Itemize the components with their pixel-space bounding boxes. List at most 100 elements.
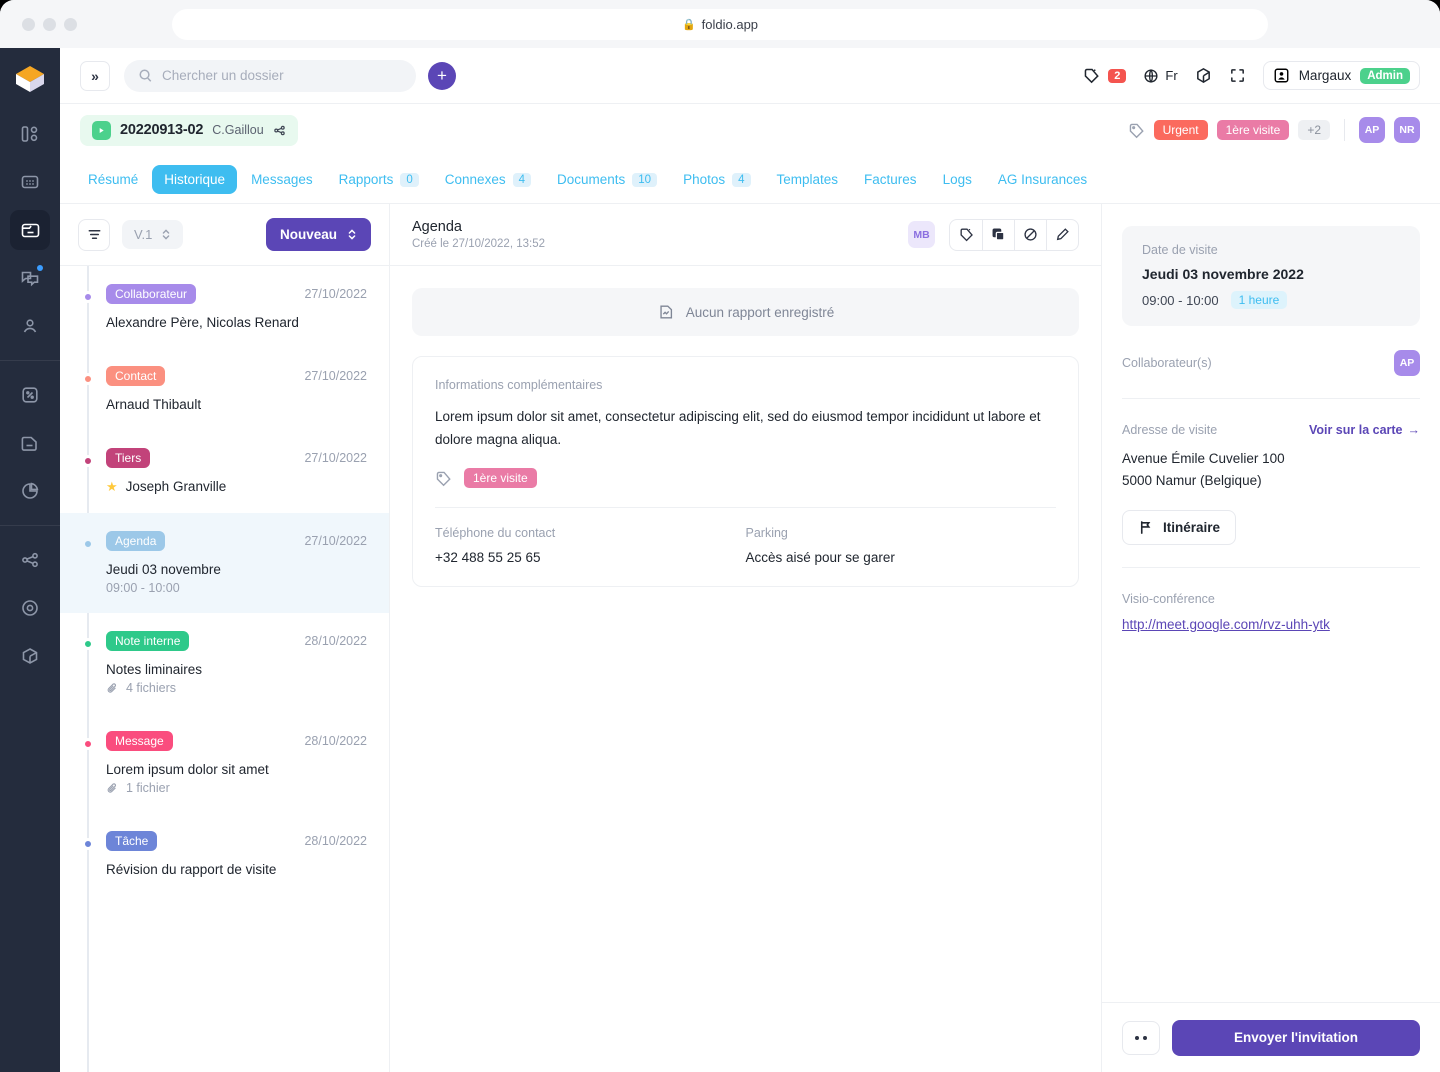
timeline-toolbar: V.1 Nouveau	[60, 204, 389, 266]
chevron-updown-icon	[161, 228, 171, 241]
sidebar-item-share[interactable]	[10, 540, 50, 580]
visio-row: Visio-conférence	[1122, 592, 1420, 606]
tab-documents[interactable]: Documents 10	[545, 165, 669, 194]
itinerary-button[interactable]: Itinéraire	[1122, 510, 1237, 546]
add-button[interactable]: +	[428, 61, 456, 90]
address-bar[interactable]: 🔒 foldio.app	[172, 9, 1268, 40]
version-selector[interactable]: V.1	[122, 220, 184, 249]
timeline-item-header: Tâche 28/10/2022	[106, 831, 367, 851]
folder-reference-chip[interactable]: 20220913-02 C.Gaillou	[80, 114, 298, 146]
tab-resume[interactable]: Résumé	[76, 165, 150, 194]
language-switcher[interactable]: Fr	[1143, 68, 1178, 84]
sidebar-item-contacts[interactable]	[10, 306, 50, 346]
entry-detail-panel: Agenda Créé le 27/10/2022, 13:52 MB Aucu…	[390, 204, 1102, 1072]
main-column: » + 2	[60, 48, 1440, 1072]
help-package-icon[interactable]	[1195, 67, 1212, 84]
sidebar-item-messages[interactable]	[10, 258, 50, 298]
tab-label: Logs	[942, 172, 972, 187]
maximize-window-dot[interactable]	[64, 17, 77, 31]
user-name: Margaux	[1298, 68, 1352, 83]
timeline-item[interactable]: Collaborateur 27/10/2022 Alexandre Père,…	[60, 266, 389, 348]
notifications-tag-icon[interactable]	[1083, 67, 1100, 84]
minimize-window-dot[interactable]	[43, 17, 56, 31]
timeline-item-title: Arnaud Thibault	[106, 397, 202, 412]
tab-label: AG Insurances	[997, 172, 1088, 187]
visio-link[interactable]: http://meet.google.com/rvz-uhh-ytk	[1122, 617, 1330, 632]
dashboard-icon	[20, 124, 40, 144]
sidebar-item-target[interactable]	[10, 588, 50, 628]
tag-icon[interactable]	[950, 220, 982, 250]
view-on-map-link[interactable]: Voir sur la carte →	[1309, 423, 1420, 437]
timeline-item[interactable]: Tiers 27/10/2022 ★ Joseph Granville	[60, 430, 389, 513]
more-options-button[interactable]	[1122, 1020, 1160, 1055]
folder-tag[interactable]: Urgent	[1153, 120, 1208, 140]
timeline-item-header: Contact 27/10/2022	[106, 366, 367, 386]
timeline-item[interactable]: Message 28/10/2022 Lorem ipsum dolor sit…	[60, 713, 389, 813]
sidebar-item-documents[interactable]	[10, 423, 50, 463]
sidebar-item-stats[interactable]	[10, 471, 50, 511]
tab-templates[interactable]: Templates	[765, 165, 851, 194]
avatar[interactable]: NR	[1394, 117, 1420, 143]
avatar[interactable]: AP	[1359, 117, 1385, 143]
dot	[1135, 1035, 1139, 1040]
fullscreen-icon[interactable]	[1229, 67, 1246, 84]
sidebar-item-folders[interactable]	[10, 210, 50, 250]
search-icon	[138, 68, 153, 83]
tab-rapports[interactable]: Rapports 0	[327, 165, 431, 194]
tab-ag-insurances[interactable]: AG Insurances	[986, 165, 1099, 194]
collapse-sidebar-button[interactable]: »	[80, 60, 110, 91]
timeline-list[interactable]: Collaborateur 27/10/2022 Alexandre Père,…	[60, 266, 389, 1072]
tab-messages[interactable]: Messages	[239, 165, 325, 194]
search-input[interactable]	[162, 68, 402, 83]
timeline-item-attachments: 1 fichier	[106, 781, 367, 795]
timeline-item-header: Tiers 27/10/2022	[106, 448, 367, 468]
left-nav-rail	[0, 48, 60, 1072]
timeline-item[interactable]: Note interne 28/10/2022 Notes liminaires	[60, 613, 389, 713]
user-menu[interactable]: Margaux Admin	[1262, 61, 1420, 90]
pencil-icon[interactable]	[1046, 219, 1078, 250]
entry-header: Agenda Créé le 27/10/2022, 13:52 MB	[390, 204, 1101, 266]
filter-button[interactable]	[78, 218, 110, 251]
search-box[interactable]	[124, 59, 416, 92]
chat-bubbles-icon	[20, 268, 40, 288]
avatar[interactable]: AP	[1394, 350, 1420, 376]
rail-divider	[0, 360, 60, 361]
timeline-item-date: 28/10/2022	[304, 734, 367, 748]
timeline-item[interactable]: Contact 27/10/2022 Arnaud Thibault	[60, 348, 389, 430]
share-icon[interactable]	[273, 124, 286, 137]
additional-info-card: Informations complémentaires Lorem ipsum…	[412, 356, 1079, 588]
entry-created: Créé le 27/10/2022, 13:52	[412, 238, 545, 250]
timeline-node	[82, 638, 94, 650]
folder-tags-more[interactable]: +2	[1298, 120, 1330, 140]
new-entry-button[interactable]: Nouveau	[265, 218, 371, 251]
tab-historique[interactable]: Historique	[152, 165, 238, 194]
attachment-count: 4 fichiers	[126, 681, 177, 695]
timeline-item[interactable]: Tâche 28/10/2022 Révision du rapport de …	[60, 813, 389, 895]
copy-icon[interactable]	[982, 219, 1014, 250]
foldio-logo[interactable]	[0, 48, 60, 110]
timeline-item-selected[interactable]: Agenda 27/10/2022 Jeudi 03 novembre 09:0…	[60, 513, 389, 613]
tab-bar: Résumé Historique Messages Rapports 0 Con…	[60, 156, 1440, 204]
folder-bar: 20220913-02 C.Gaillou Urgent 1ère visite…	[60, 104, 1440, 156]
tab-photos[interactable]: Photos 4	[671, 165, 762, 194]
tab-factures[interactable]: Factures	[852, 165, 929, 194]
sidebar-item-dashboard[interactable]	[10, 114, 50, 154]
ban-icon[interactable]	[1014, 219, 1046, 250]
divider	[435, 507, 1056, 509]
sidebar-item-package[interactable]	[10, 636, 50, 676]
sidebar-item-percent[interactable]	[10, 375, 50, 415]
card-tag[interactable]: 1ère visite	[464, 468, 537, 489]
no-report-banner: Aucun rapport enregistré	[412, 288, 1079, 336]
tab-connexes[interactable]: Connexes 4	[433, 165, 543, 194]
percent-box-icon	[20, 385, 40, 405]
browser-window: 🔒 foldio.app » Chercher un dossier + 2 F…	[0, 0, 1440, 1072]
send-invitation-button[interactable]: Envoyer l'invitation	[1172, 1019, 1420, 1056]
tag-icon[interactable]	[1128, 122, 1145, 139]
entry-header-text: Agenda Créé le 27/10/2022, 13:52	[412, 219, 545, 250]
window-traffic-lights[interactable]	[22, 17, 77, 31]
avatar[interactable]: MB	[908, 221, 935, 248]
folder-tag[interactable]: 1ère visite	[1216, 120, 1290, 140]
close-window-dot[interactable]	[22, 17, 35, 31]
tab-logs[interactable]: Logs	[931, 165, 984, 194]
sidebar-item-grid[interactable]	[10, 162, 50, 202]
